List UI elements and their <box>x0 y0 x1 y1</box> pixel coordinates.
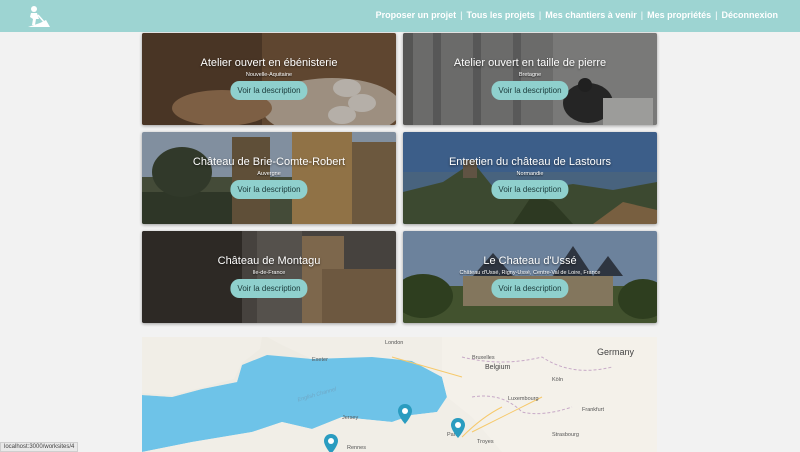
card-region: Normandie <box>516 171 544 177</box>
map-label-strasbourg: Strasbourg <box>552 432 579 438</box>
card-overlay <box>142 132 396 224</box>
map-label-exeter: Exeter <box>312 357 328 363</box>
top-navbar: Proposer un projet | Tous les projets | … <box>0 0 800 32</box>
map-tiles <box>142 337 657 452</box>
map-pin-icon[interactable] <box>398 404 412 424</box>
nav-logout[interactable]: Déconnexion <box>721 10 778 20</box>
nav-my-worksites[interactable]: Mes chantiers à venir <box>545 10 637 20</box>
card-title: Atelier ouvert en ébénisterie <box>200 57 338 69</box>
project-card[interactable]: Château de Brie-Comte-Robert Auvergne Vo… <box>142 132 396 224</box>
project-card[interactable]: Château de Montagu Ile-de-France Voir la… <box>142 231 396 323</box>
card-overlay <box>403 33 657 125</box>
nav-propose-project[interactable]: Proposer un projet <box>376 10 457 20</box>
map-label-jersey: Jersey <box>342 415 359 421</box>
view-description-button[interactable]: Voir la description <box>491 81 569 100</box>
card-region: Auvergne <box>257 171 281 177</box>
nav-separator: | <box>715 10 718 20</box>
card-region: Château d'Ussé, Rigny-Ussé, Centre-Val d… <box>459 270 601 276</box>
nav-all-projects[interactable]: Tous les projets <box>467 10 535 20</box>
view-description-button[interactable]: Voir la description <box>491 279 569 298</box>
project-card[interactable]: Atelier ouvert en ébénisterie Nouvelle-A… <box>142 33 396 125</box>
view-description-button[interactable]: Voir la description <box>491 180 569 199</box>
card-title: Entretien du château de Lastours <box>448 156 612 168</box>
map-label-bruxelles: Bruxelles <box>472 355 495 361</box>
card-overlay <box>403 231 657 323</box>
nav-separator: | <box>460 10 463 20</box>
card-overlay <box>142 33 396 125</box>
view-description-button[interactable]: Voir la description <box>230 180 308 199</box>
card-region: Nouvelle-Aquitaine <box>245 72 293 78</box>
worker-shovel-icon[interactable] <box>26 5 50 27</box>
card-overlay <box>142 231 396 323</box>
map-pin-icon[interactable] <box>324 434 338 452</box>
map-label-london: London <box>385 340 404 346</box>
project-card[interactable]: Entretien du château de Lastours Normand… <box>403 132 657 224</box>
card-title: Château de Montagu <box>217 255 321 267</box>
card-title: Château de Brie-Comte-Robert <box>192 156 346 168</box>
project-card[interactable]: Le Chateau d'Ussé Château d'Ussé, Rigny-… <box>403 231 657 323</box>
map-label-troyes: Troyes <box>477 439 494 445</box>
card-region: Bretagne <box>518 72 542 78</box>
nav-my-properties[interactable]: Mes propriétés <box>647 10 711 20</box>
map-label-germany: Germany <box>597 347 635 357</box>
project-card[interactable]: Atelier ouvert en taille de pierre Breta… <box>403 33 657 125</box>
card-overlay <box>403 132 657 224</box>
nav-separator: | <box>538 10 542 20</box>
map-label-rennes: Rennes <box>347 445 366 451</box>
card-region: Ile-de-France <box>252 270 286 276</box>
map-label-cologne: Köln <box>552 377 564 383</box>
status-url-bar: localhost:3000/worksites/4 <box>0 442 79 452</box>
map-pin-icon[interactable] <box>451 418 465 438</box>
card-title: Le Chateau d'Ussé <box>483 255 577 267</box>
main-nav: Proposer un projet | Tous les projets | … <box>376 10 778 20</box>
view-description-button[interactable]: Voir la description <box>230 81 308 100</box>
map-label-belgium: Belgium <box>485 364 511 371</box>
view-description-button[interactable]: Voir la description <box>230 279 308 298</box>
map-label-luxembourg: Luxembourg <box>508 396 539 402</box>
nav-separator: | <box>640 10 644 20</box>
map-label-frankfurt: Frankfurt <box>582 407 605 413</box>
card-title: Atelier ouvert en taille de pierre <box>453 57 607 69</box>
worksites-map[interactable]: Germany London Belgium Luxembourg Bruxel… <box>142 337 657 452</box>
